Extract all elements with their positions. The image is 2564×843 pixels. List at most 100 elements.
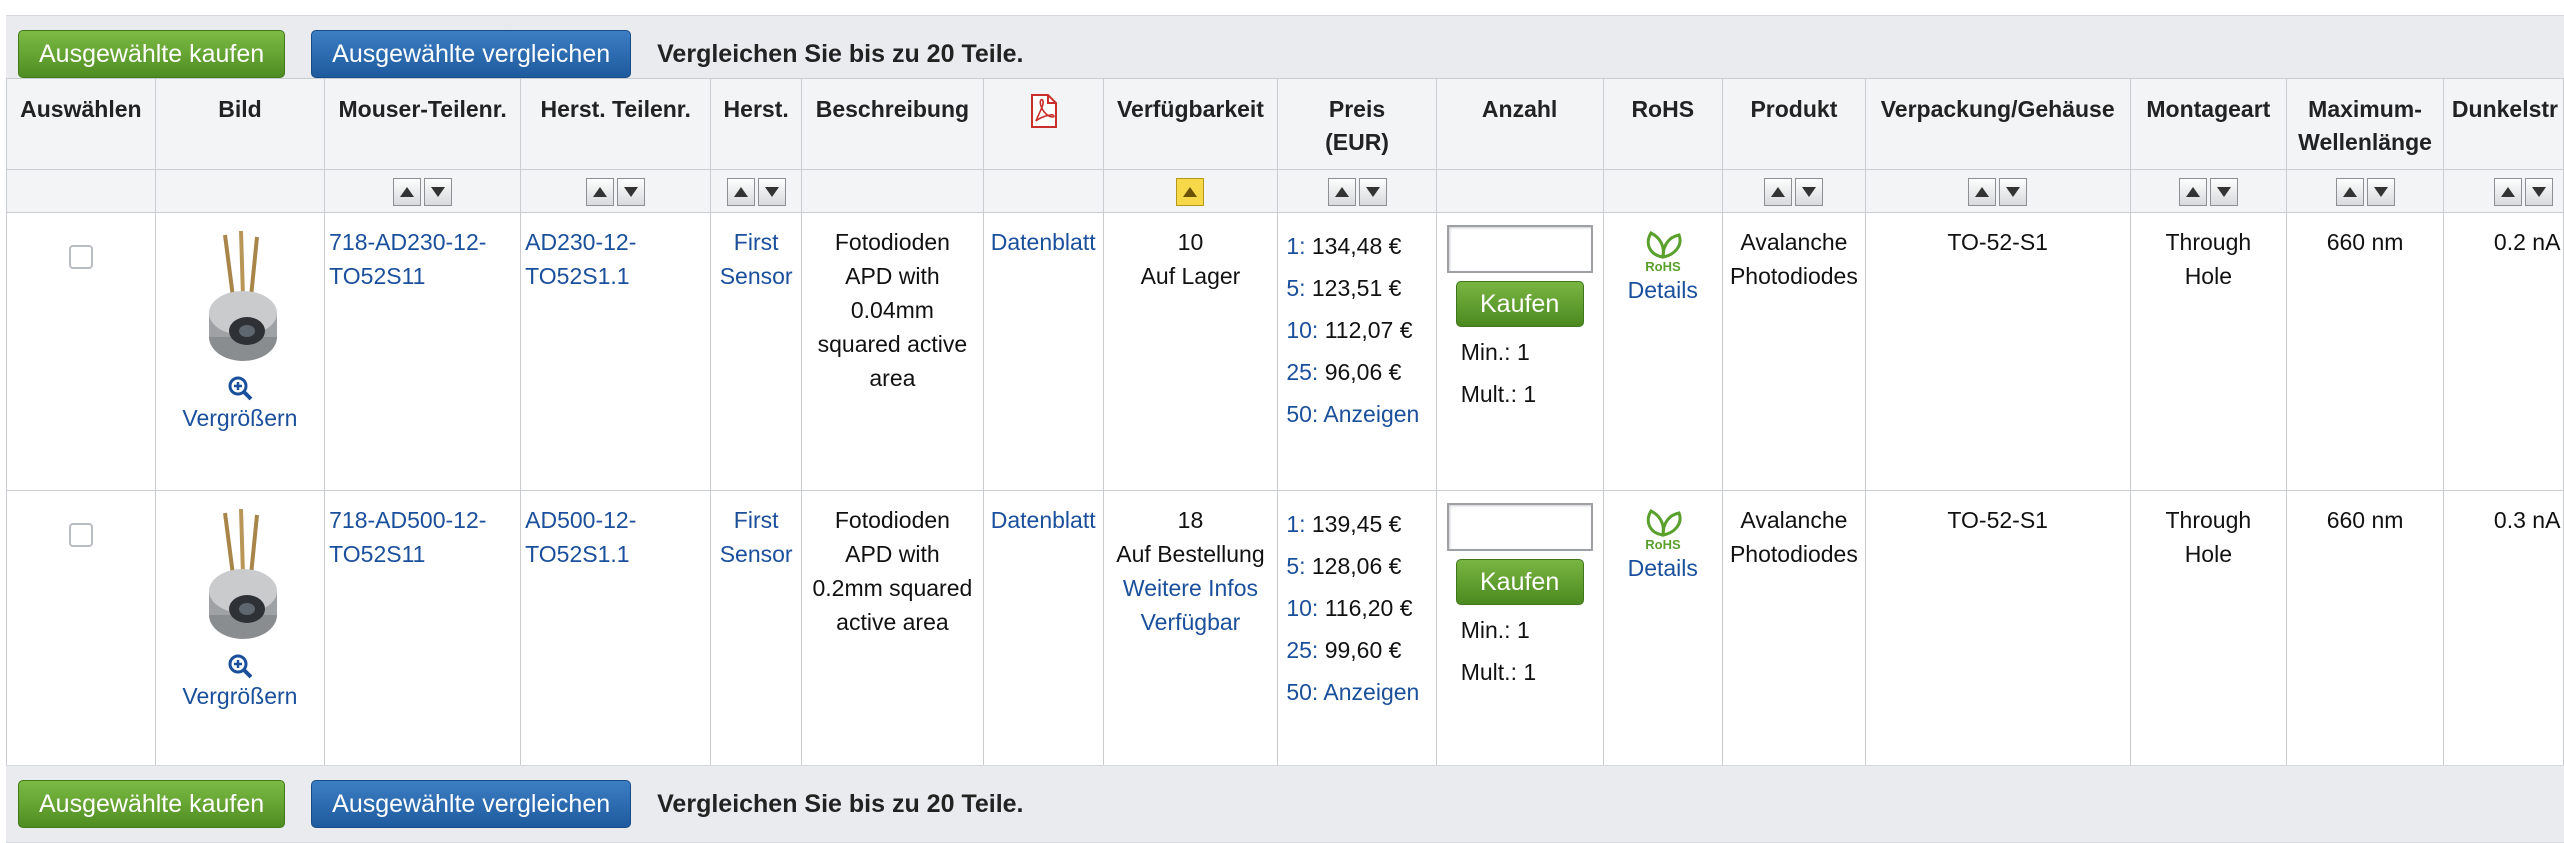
zoom-icon — [228, 376, 253, 401]
price-breaks: 1: 134,48 € 5: 123,51 € 10: 112,07 € 25:… — [1277, 212, 1437, 491]
buy-selected-button[interactable]: Ausgewählte kaufen — [18, 780, 286, 828]
sort-desc-button[interactable] — [1358, 177, 1387, 206]
select-checkbox[interactable] — [68, 523, 93, 547]
sort-controls — [2493, 177, 2553, 206]
rohs-details-link[interactable]: Details — [1628, 277, 1698, 303]
compare-note: Vergleichen Sie bis zu 20 Teile. — [657, 39, 1024, 68]
sort-asc-button[interactable] — [2178, 177, 2207, 206]
sort-asc-button[interactable] — [1327, 177, 1356, 206]
sort-controls — [2178, 177, 2238, 206]
col-mfr-part[interactable]: Herst. Teilenr. — [520, 78, 712, 170]
arrow-down-icon — [2006, 186, 2021, 197]
arrow-down-icon — [2373, 186, 2388, 197]
enlarge-label[interactable]: Vergrößern — [182, 401, 297, 435]
quantity-input[interactable] — [1446, 225, 1593, 273]
col-mouser-part[interactable]: Mouser-Teilenr. — [324, 78, 522, 170]
buy-button[interactable]: Kaufen — [1455, 559, 1584, 605]
arrow-up-icon — [400, 186, 415, 197]
mfr-part-link[interactable]: AD230-12- TO52S1.1 — [525, 229, 636, 289]
arrow-down-icon — [624, 186, 639, 197]
availability: 10 Auf Lager — [1102, 212, 1279, 491]
enlarge-link[interactable]: Vergrößern — [156, 375, 323, 435]
col-availability[interactable]: Verfügbarkeit — [1102, 78, 1279, 170]
dark-current: 0.3 nA — [2442, 490, 2564, 769]
compare-selected-button[interactable]: Ausgewählte vergleichen — [311, 780, 632, 828]
min-mult: Min.: 1 Mult.: 1 — [1460, 339, 1537, 407]
rohs-leaf-icon: RoHS — [1645, 231, 1682, 273]
col-image: Bild — [154, 78, 326, 170]
more-info-link[interactable]: Weitere Infos Verfügbar — [1123, 575, 1258, 635]
package: TO-52-S1 — [1864, 212, 2131, 491]
sort-asc-button[interactable] — [2335, 177, 2364, 206]
sort-controls — [1764, 177, 1824, 206]
sort-desc-button[interactable] — [2366, 177, 2395, 206]
show-pricing-link[interactable]: Anzeigen — [1323, 401, 1419, 427]
sort-row — [6, 169, 2564, 213]
sort-asc-button[interactable] — [586, 177, 615, 206]
bottom-toolbar: Ausgewählte kaufen Ausgewählte vergleich… — [6, 765, 2564, 843]
datasheet-link[interactable]: Datenblatt — [991, 507, 1096, 533]
arrow-up-icon — [1975, 186, 1990, 197]
col-product[interactable]: Produkt — [1722, 78, 1866, 170]
sort-asc-button[interactable] — [726, 177, 755, 206]
price-breaks: 1: 139,45 € 5: 128,06 € 10: 116,20 € 25:… — [1277, 490, 1437, 769]
arrow-down-icon — [764, 186, 779, 197]
package: TO-52-S1 — [1864, 490, 2131, 769]
sort-controls — [2335, 177, 2395, 206]
table-row: Vergrößern 718-AD230-12- TO52S11 AD230-12… — [6, 212, 2564, 491]
col-description: Beschreibung — [801, 78, 984, 170]
sort-asc-button[interactable] — [1764, 177, 1793, 206]
datasheet-link[interactable]: Datenblatt — [991, 229, 1096, 255]
sort-desc-button[interactable] — [1795, 177, 1824, 206]
enlarge-label[interactable]: Vergrößern — [182, 679, 297, 713]
col-dark-current[interactable]: Dunkelstr — [2442, 78, 2564, 170]
manufacturer-link[interactable]: First Sensor — [720, 229, 793, 289]
compare-selected-button[interactable]: Ausgewählte vergleichen — [311, 30, 632, 78]
arrow-up-icon — [593, 186, 608, 197]
col-price[interactable]: Preis (EUR) — [1277, 78, 1437, 170]
max-wavelength: 660 nm — [2286, 490, 2444, 769]
arrow-up-icon — [1334, 186, 1349, 197]
select-checkbox[interactable] — [68, 245, 93, 269]
availability: 18 Auf Bestellung Weitere Infos Verfügbar — [1102, 490, 1279, 769]
buy-button[interactable]: Kaufen — [1455, 281, 1584, 327]
show-pricing-link[interactable]: Anzeigen — [1323, 679, 1419, 705]
product-image[interactable] — [185, 505, 295, 645]
col-package[interactable]: Verpackung/Gehäuse — [1864, 78, 2131, 170]
sort-active-asc-button[interactable] — [1176, 177, 1205, 206]
buy-selected-button[interactable]: Ausgewählte kaufen — [18, 30, 286, 78]
product-type: Avalanche Photodiodes — [1722, 212, 1866, 491]
quantity-input[interactable] — [1446, 503, 1593, 551]
compare-note: Vergleichen Sie bis zu 20 Teile. — [657, 789, 1024, 818]
product-image[interactable] — [185, 227, 295, 367]
mfr-part-link[interactable]: AD500-12- TO52S1.1 — [525, 507, 636, 567]
enlarge-link[interactable]: Vergrößern — [156, 653, 323, 713]
sort-desc-button[interactable] — [757, 177, 786, 206]
min-mult: Min.: 1 Mult.: 1 — [1460, 617, 1537, 685]
sort-desc-button[interactable] — [2209, 177, 2238, 206]
col-mounting[interactable]: Montageart — [2129, 78, 2288, 170]
arrow-down-icon — [431, 186, 446, 197]
sort-desc-button[interactable] — [1999, 177, 2028, 206]
arrow-up-icon — [1183, 186, 1198, 197]
arrow-down-icon — [1802, 186, 1817, 197]
mouser-part-link[interactable]: 718-AD230-12- TO52S11 — [329, 229, 486, 289]
col-max-wavelength[interactable]: Maximum- Wellenlänge — [2286, 78, 2444, 170]
zoom-icon — [228, 654, 253, 679]
manufacturer-link[interactable]: First Sensor — [720, 507, 793, 567]
col-datasheet — [982, 78, 1104, 170]
sort-desc-button[interactable] — [424, 177, 453, 206]
pdf-icon — [1031, 94, 1058, 128]
sort-desc-button[interactable] — [2524, 177, 2553, 206]
sort-asc-button[interactable] — [393, 177, 422, 206]
description: Fotodioden APD with 0.2mm squared active ar… — [801, 490, 984, 769]
sort-desc-button[interactable] — [617, 177, 646, 206]
col-mfr[interactable]: Herst. — [710, 78, 803, 170]
max-wavelength: 660 nm — [2286, 212, 2444, 491]
rohs-details-link[interactable]: Details — [1628, 555, 1698, 581]
mouser-part-link[interactable]: 718-AD500-12- TO52S11 — [329, 507, 486, 567]
sort-asc-button[interactable] — [1968, 177, 1997, 206]
mounting: Through Hole — [2129, 490, 2288, 769]
sort-asc-button[interactable] — [2493, 177, 2522, 206]
svg-text:RoHS: RoHS — [1645, 537, 1681, 551]
